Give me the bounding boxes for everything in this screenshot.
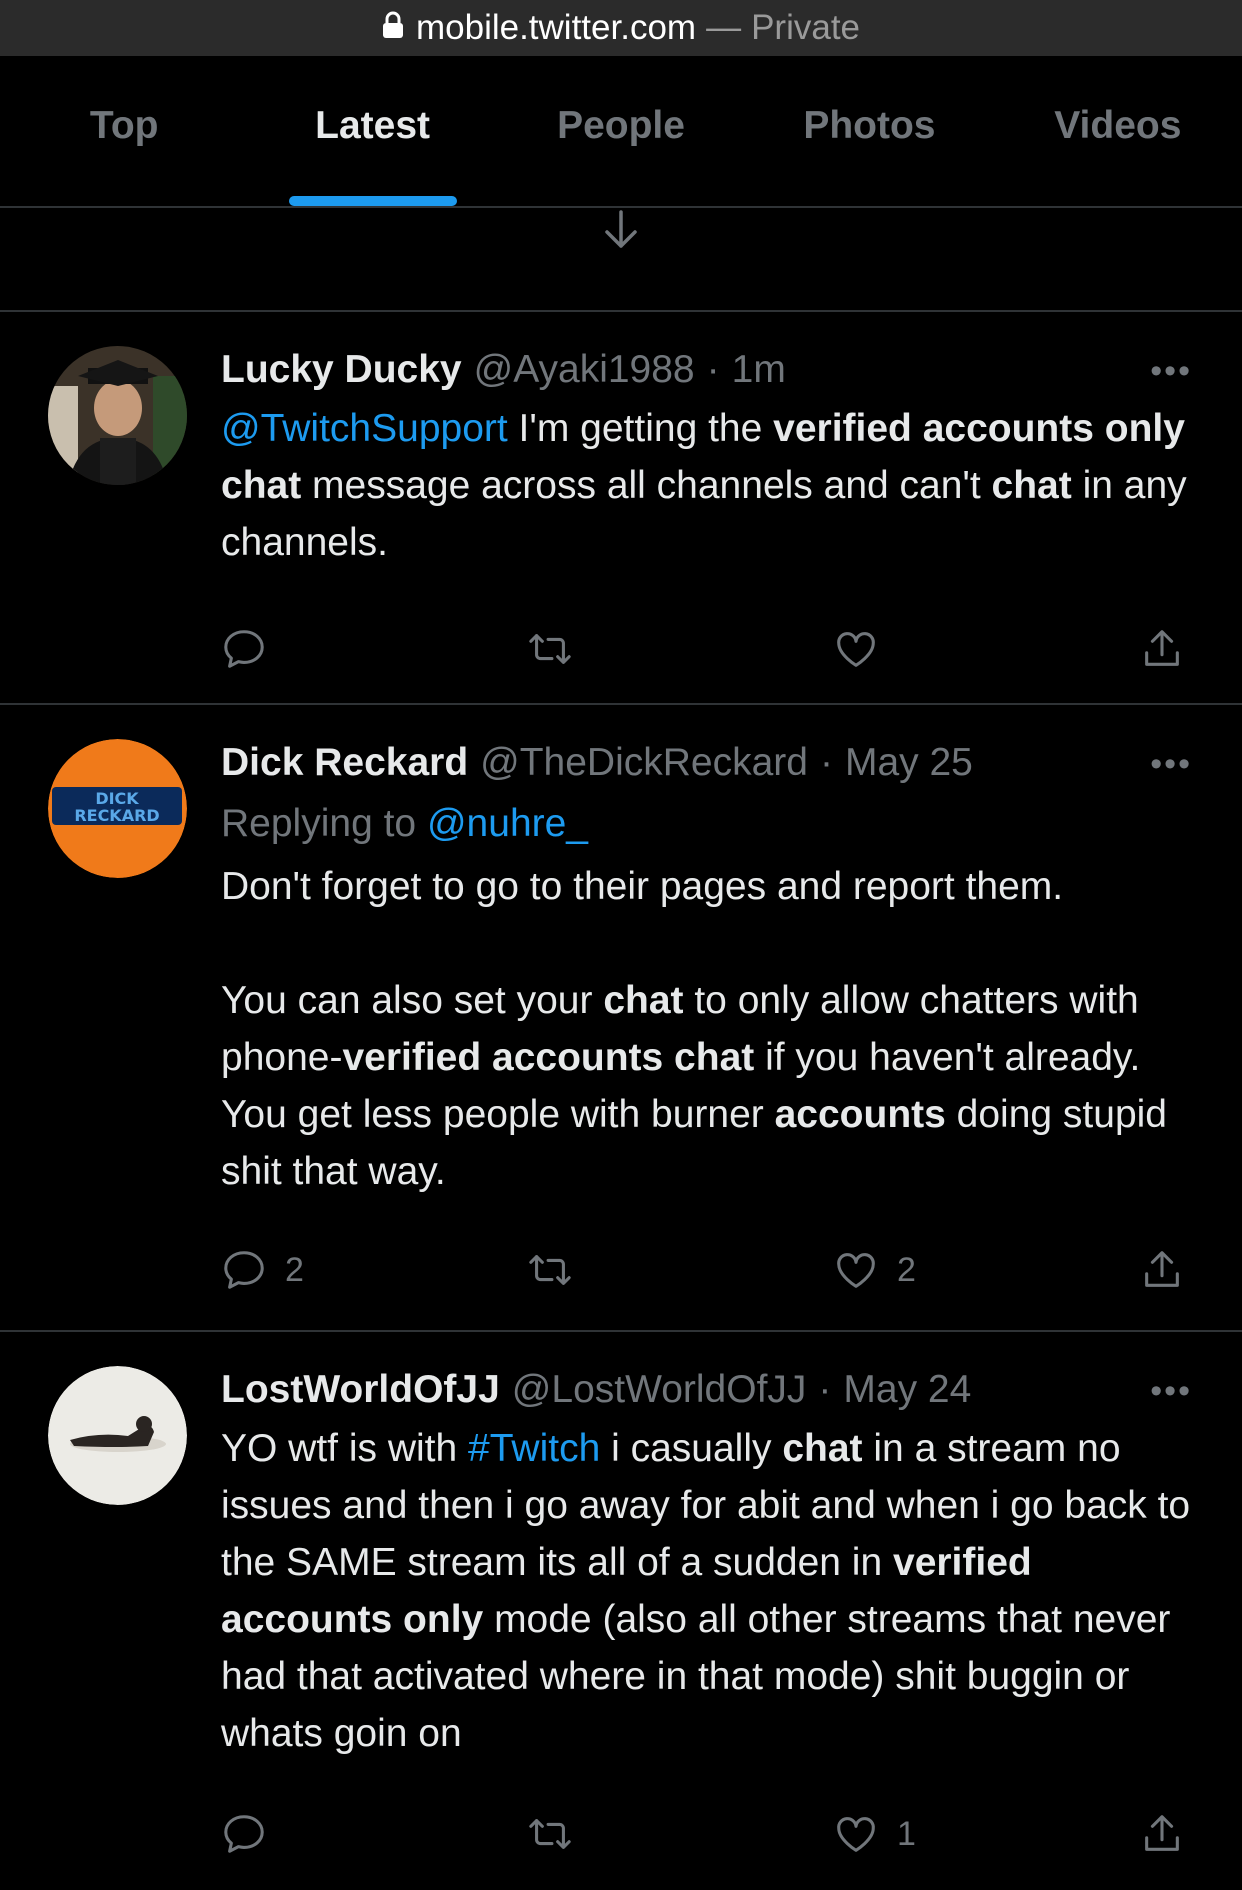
logo-text-line2: RECKARD — [74, 806, 159, 825]
like-button[interactable]: 2 — [833, 1247, 1139, 1293]
highlight-text: chat — [991, 464, 1072, 507]
url-text: mobile.twitter.com — [415, 8, 697, 47]
retweet-icon — [529, 1255, 571, 1285]
tweet[interactable]: DICK RECKARD Dick Reckard @TheDickReckar… — [0, 705, 1242, 1332]
pull-to-refresh — [0, 208, 1242, 312]
text-segment: YO wtf is with — [221, 1427, 469, 1470]
author-name[interactable]: LostWorldOfJJ — [221, 1368, 500, 1412]
share-icon — [1145, 630, 1179, 666]
separator-dot: · — [706, 348, 720, 391]
like-button[interactable]: 1 — [833, 1811, 1139, 1857]
more-options-icon[interactable]: ••• — [1150, 1372, 1192, 1411]
author-name[interactable]: Dick Reckard — [221, 741, 468, 785]
avatar[interactable]: DICK RECKARD — [48, 739, 187, 878]
heart-icon — [837, 1253, 875, 1288]
text-segment: message across all channels and can't — [301, 464, 992, 507]
tab-top[interactable]: Top — [0, 56, 248, 206]
heart-icon — [837, 632, 875, 667]
like-button[interactable] — [833, 626, 1139, 672]
highlight-text: chat — [603, 979, 684, 1022]
replying-to-label: Replying to — [221, 802, 417, 845]
author-handle[interactable]: @TheDickReckard — [480, 741, 808, 785]
highlight-text: accounts — [774, 1093, 946, 1136]
timestamp[interactable]: May 24 — [843, 1368, 971, 1412]
tweet-text: @TwitchSupport I'm getting the verified … — [221, 400, 1194, 571]
share-button[interactable] — [1139, 1811, 1185, 1857]
reply-icon — [224, 1251, 264, 1289]
browser-url-bar[interactable]: mobile.twitter.com — Private — [0, 0, 1242, 56]
retweet-button[interactable] — [527, 626, 833, 672]
tweet-paragraph: You can also set your chat to only allow… — [221, 972, 1194, 1200]
heart-icon — [837, 1817, 875, 1852]
tweet-paragraph: Don't forget to go to their pages and re… — [221, 865, 1064, 908]
tab-people[interactable]: People — [497, 56, 745, 206]
arrow-down-icon — [601, 208, 641, 257]
replying-to-link[interactable]: @nuhre_ — [427, 802, 588, 845]
reply-button[interactable] — [221, 626, 527, 672]
tweet[interactable]: Lucky Ducky @Ayaki1988 · 1m ••• @TwitchS… — [0, 312, 1242, 705]
hashtag-link[interactable]: #Twitch — [468, 1427, 600, 1470]
text-segment: You can also set your — [221, 979, 604, 1022]
highlight-text: verified accounts chat — [342, 1036, 755, 1079]
reply-icon — [224, 630, 264, 668]
timestamp[interactable]: 1m — [732, 348, 786, 392]
reply-button[interactable]: 2 — [221, 1247, 527, 1293]
like-count: 1 — [897, 1814, 916, 1853]
separator-dot: · — [818, 1368, 832, 1411]
tab-photos[interactable]: Photos — [745, 56, 993, 206]
tweet[interactable]: LostWorldOfJJ @LostWorldOfJJ · May 24 ••… — [0, 1332, 1242, 1890]
search-tabs: Top Latest People Photos Videos — [0, 56, 1242, 208]
avatar[interactable] — [48, 1366, 187, 1505]
timestamp[interactable]: May 25 — [845, 741, 973, 785]
share-button[interactable] — [1139, 1247, 1185, 1293]
more-options-icon[interactable]: ••• — [1150, 745, 1192, 784]
private-mode-label: Private — [751, 8, 861, 47]
tweet-text: Don't forget to go to their pages and re… — [221, 858, 1194, 1200]
share-icon — [1145, 1815, 1179, 1851]
highlight-text: chat — [782, 1427, 863, 1470]
retweet-icon — [529, 1819, 571, 1849]
author-handle[interactable]: @LostWorldOfJJ — [512, 1368, 807, 1412]
share-button[interactable] — [1139, 626, 1185, 672]
text-segment: i casually — [600, 1427, 783, 1470]
avatar[interactable] — [48, 346, 187, 485]
reply-icon — [224, 1815, 264, 1853]
reply-button[interactable] — [221, 1811, 527, 1857]
retweet-button[interactable] — [527, 1247, 833, 1293]
url-separator: — — [706, 8, 742, 47]
text-segment: I'm getting the — [507, 407, 774, 450]
like-count: 2 — [897, 1250, 916, 1289]
tab-latest[interactable]: Latest — [248, 56, 496, 206]
mention-link[interactable]: @TwitchSupport — [221, 407, 508, 450]
share-icon — [1145, 1251, 1179, 1287]
author-handle[interactable]: @Ayaki1988 — [474, 348, 695, 392]
separator-dot: · — [819, 741, 833, 784]
retweet-button[interactable] — [527, 1811, 833, 1857]
retweet-icon — [529, 634, 571, 664]
replying-to-line: Replying to @nuhre_ — [221, 795, 1194, 852]
author-name[interactable]: Lucky Ducky — [221, 348, 462, 392]
tab-videos[interactable]: Videos — [994, 56, 1242, 206]
lock-icon — [382, 8, 404, 48]
more-options-icon[interactable]: ••• — [1150, 352, 1192, 391]
tweet-text: YO wtf is with #Twitch i casually chat i… — [221, 1420, 1194, 1762]
reply-count: 2 — [285, 1250, 304, 1289]
